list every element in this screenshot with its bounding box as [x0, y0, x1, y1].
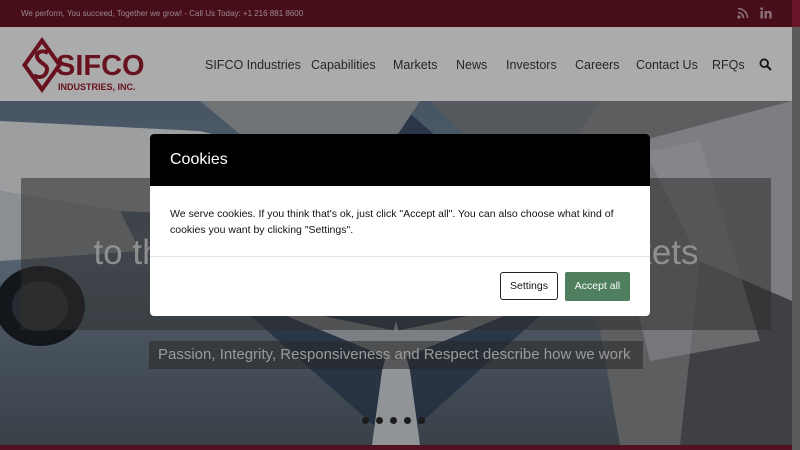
page-scrollbar[interactable] — [792, 27, 800, 450]
cookie-dialog-text: We serve cookies. If you think that's ok… — [170, 208, 614, 236]
cookie-dialog-divider — [150, 256, 650, 257]
cookie-dialog: Cookies We serve cookies. If you think t… — [150, 134, 650, 316]
accept-all-button[interactable]: Accept all — [565, 272, 630, 301]
settings-button[interactable]: Settings — [500, 272, 558, 300]
cookie-dialog-header: Cookies — [150, 134, 650, 186]
cookie-dialog-title: Cookies — [170, 151, 228, 168]
